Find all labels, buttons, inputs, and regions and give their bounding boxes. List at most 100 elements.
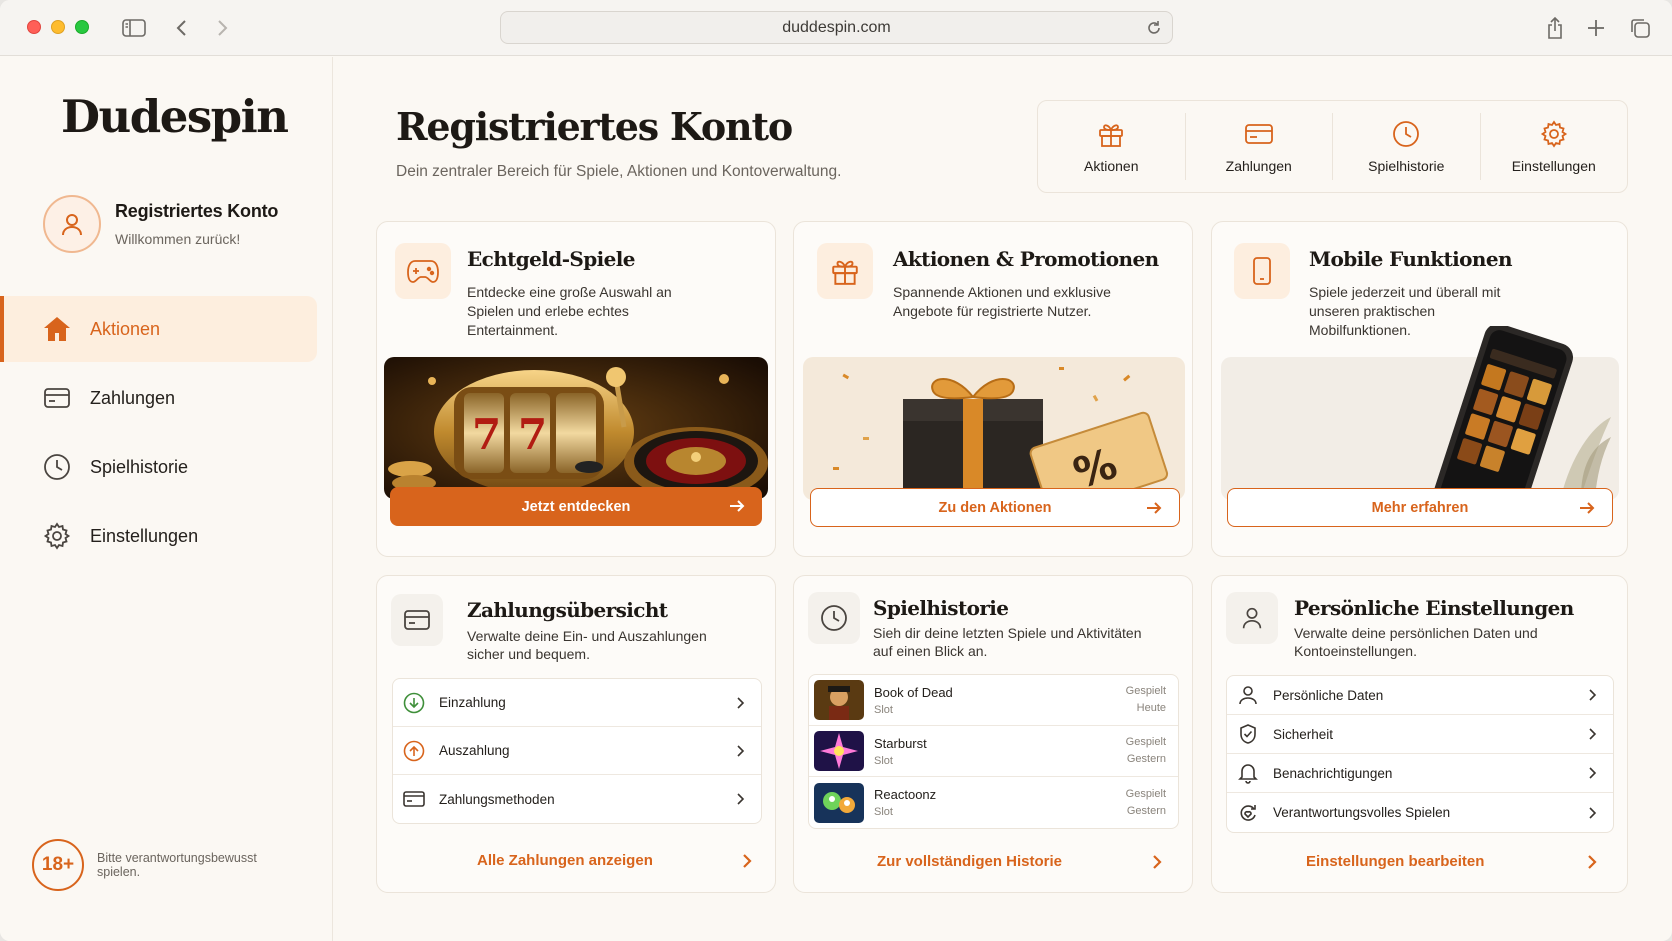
slot-machine-image: 7 7 bbox=[384, 357, 768, 499]
card-aktionen-promotionen: Aktionen & Promotionen Spannende Aktione… bbox=[793, 221, 1193, 557]
button-label: Mehr erfahren bbox=[1371, 499, 1469, 516]
game-name: Book of Dead bbox=[874, 684, 953, 700]
history-row[interactable]: Book of Dead Slot Gespielt Heute bbox=[809, 675, 1178, 726]
all-payments-link[interactable]: Alle Zahlungen anzeigen bbox=[477, 852, 653, 869]
list-item-label: Einzahlung bbox=[439, 695, 506, 710]
avatar bbox=[43, 195, 101, 253]
settings-item-benachrichtigungen[interactable]: Benachrichtigungen bbox=[1227, 754, 1613, 793]
card-mobile-funktionen: Mobile Funktionen Spiele jederzeit und ü… bbox=[1211, 221, 1628, 557]
close-window-button[interactable] bbox=[27, 20, 41, 34]
game-status: Gespielt bbox=[1125, 787, 1166, 800]
game-date: Heute bbox=[1136, 702, 1166, 714]
sidebar-item-zahlungen[interactable]: Zahlungen bbox=[0, 365, 333, 431]
card-title: Persönliche Einstellungen bbox=[1294, 596, 1574, 620]
sidebar-item-label: Aktionen bbox=[90, 318, 161, 339]
chevron-right-icon bbox=[737, 793, 745, 805]
arrow-down-circle-icon bbox=[403, 692, 425, 714]
game-name: Starburst bbox=[874, 735, 927, 751]
phone-illustration bbox=[1434, 326, 1574, 502]
user-icon bbox=[1226, 592, 1278, 644]
full-history-link[interactable]: Zur vollständigen Historie bbox=[877, 853, 1062, 870]
sidebar: Dudespin Registriertes Konto Willkommen … bbox=[0, 57, 333, 941]
card-description: Sieh dir deine letzten Spiele und Aktivi… bbox=[873, 625, 1142, 659]
quick-actions: Aktionen Zahlungen Spielhistorie Einstel… bbox=[1037, 100, 1628, 193]
logo[interactable]: Dudespin bbox=[61, 90, 289, 143]
chevron-right-icon bbox=[743, 854, 752, 868]
arrow-up-circle-icon bbox=[403, 740, 425, 762]
card-spielhistorie: Spielhistorie Sieh dir deine letzten Spi… bbox=[793, 575, 1193, 893]
chevron-right-icon bbox=[1589, 806, 1597, 819]
sidebar-item-einstellungen[interactable]: Einstellungen bbox=[0, 503, 333, 569]
settings-list: Persönliche Daten Sicherheit Benachricht… bbox=[1226, 675, 1614, 833]
starburst-thumbnail bbox=[814, 731, 864, 771]
settings-item-sicherheit[interactable]: Sicherheit bbox=[1227, 715, 1613, 754]
settings-item-verantwortungsvolles-spielen[interactable]: Verantwortungsvolles Spielen bbox=[1227, 793, 1613, 832]
quick-action-spielhistorie[interactable]: Spielhistorie bbox=[1333, 113, 1481, 180]
game-date: Gestern bbox=[1126, 804, 1166, 817]
gift-icon bbox=[817, 243, 873, 299]
card-description: Verwalte deine persönlichen Daten und Ko… bbox=[1294, 625, 1538, 659]
maximize-window-button[interactable] bbox=[75, 20, 89, 34]
card-zahlungsuebersicht: Zahlungsübersicht Verwalte deine Ein- un… bbox=[376, 575, 776, 893]
smartphone-icon bbox=[1234, 243, 1290, 299]
quick-action-zahlungen[interactable]: Zahlungen bbox=[1186, 113, 1333, 180]
sidebar-item-label: Einstellungen bbox=[90, 525, 199, 546]
settings-item-label: Benachrichtigungen bbox=[1273, 765, 1393, 781]
settings-item-persoenliche-daten[interactable]: Persönliche Daten bbox=[1227, 676, 1613, 715]
tab-overview-icon[interactable] bbox=[1626, 14, 1654, 42]
game-status: Gespielt bbox=[1125, 685, 1166, 697]
new-tab-icon[interactable] bbox=[1582, 14, 1610, 42]
responsible-gaming-notice: 18+ Bitte verantwortungsbewusst spielen. bbox=[32, 839, 287, 891]
gift-box-image: % bbox=[803, 357, 1185, 500]
sidebar-item-label: Zahlungen bbox=[90, 387, 176, 408]
user-greeting: Willkommen zurück! bbox=[115, 231, 241, 247]
gear-icon bbox=[42, 521, 72, 551]
game-status: Gespielt bbox=[1125, 736, 1166, 748]
sidebar-item-spielhistorie[interactable]: Spielhistorie bbox=[0, 434, 333, 500]
discover-games-button[interactable]: Jetzt entdecken bbox=[390, 487, 762, 526]
quick-action-label: Aktionen bbox=[1084, 158, 1139, 174]
credit-card-icon bbox=[1244, 119, 1274, 149]
sidebar-item-aktionen[interactable]: Aktionen bbox=[0, 296, 317, 362]
credit-card-icon bbox=[391, 594, 443, 646]
minimize-window-button[interactable] bbox=[51, 20, 65, 34]
page-title: Registriertes Konto bbox=[396, 104, 793, 149]
gear-icon bbox=[1539, 119, 1569, 149]
arrow-right-icon bbox=[730, 500, 745, 512]
reload-icon[interactable] bbox=[1144, 18, 1164, 38]
learn-more-button[interactable]: Mehr erfahren bbox=[1227, 488, 1613, 527]
back-icon[interactable] bbox=[168, 14, 196, 42]
quick-action-einstellungen[interactable]: Einstellungen bbox=[1481, 113, 1628, 180]
game-type: Slot bbox=[874, 703, 893, 716]
card-echtgeld-spiele: Echtgeld-Spiele Entdecke eine große Ausw… bbox=[376, 221, 776, 557]
arrow-right-icon bbox=[1580, 502, 1595, 514]
book-of-dead-thumbnail bbox=[814, 680, 864, 720]
to-promotions-button[interactable]: Zu den Aktionen bbox=[810, 488, 1180, 527]
reactoonz-thumbnail bbox=[814, 782, 864, 823]
game-type: Slot bbox=[874, 754, 893, 767]
browser-window: duddespin.com Dudespin Registriertes Kon… bbox=[0, 0, 1672, 941]
list-item-einzahlung[interactable]: Einzahlung bbox=[393, 679, 761, 727]
history-row[interactable]: Reactoonz Slot Gespielt Gestern bbox=[809, 777, 1178, 828]
edit-settings-link[interactable]: Einstellungen bearbeiten bbox=[1306, 853, 1484, 870]
user-icon bbox=[1237, 684, 1259, 706]
settings-item-label: Sicherheit bbox=[1273, 726, 1334, 742]
share-icon[interactable] bbox=[1541, 14, 1569, 42]
home-icon bbox=[42, 314, 72, 344]
sidebar-toggle-icon[interactable] bbox=[120, 14, 148, 42]
card-description: Spannende Aktionen und exklusive Angebot… bbox=[893, 284, 1111, 319]
list-item-auszahlung[interactable]: Auszahlung bbox=[393, 727, 761, 775]
address-bar[interactable]: duddespin.com bbox=[500, 11, 1173, 44]
button-label: Zu den Aktionen bbox=[938, 499, 1052, 516]
quick-action-aktionen[interactable]: Aktionen bbox=[1038, 113, 1186, 180]
history-row[interactable]: Starburst Slot Gespielt Gestern bbox=[809, 726, 1178, 777]
list-item-label: Zahlungsmethoden bbox=[439, 791, 555, 807]
settings-item-label: Persönliche Daten bbox=[1273, 687, 1384, 703]
user-profile[interactable]: Registriertes Konto Willkommen zurück! bbox=[43, 195, 278, 253]
forward-icon[interactable] bbox=[208, 14, 236, 42]
age-badge: 18+ bbox=[32, 839, 84, 891]
card-title: Spielhistorie bbox=[873, 596, 1009, 620]
gift-icon bbox=[1096, 119, 1126, 149]
list-item-zahlungsmethoden[interactable]: Zahlungsmethoden bbox=[393, 775, 761, 823]
quick-action-label: Einstellungen bbox=[1511, 158, 1596, 174]
